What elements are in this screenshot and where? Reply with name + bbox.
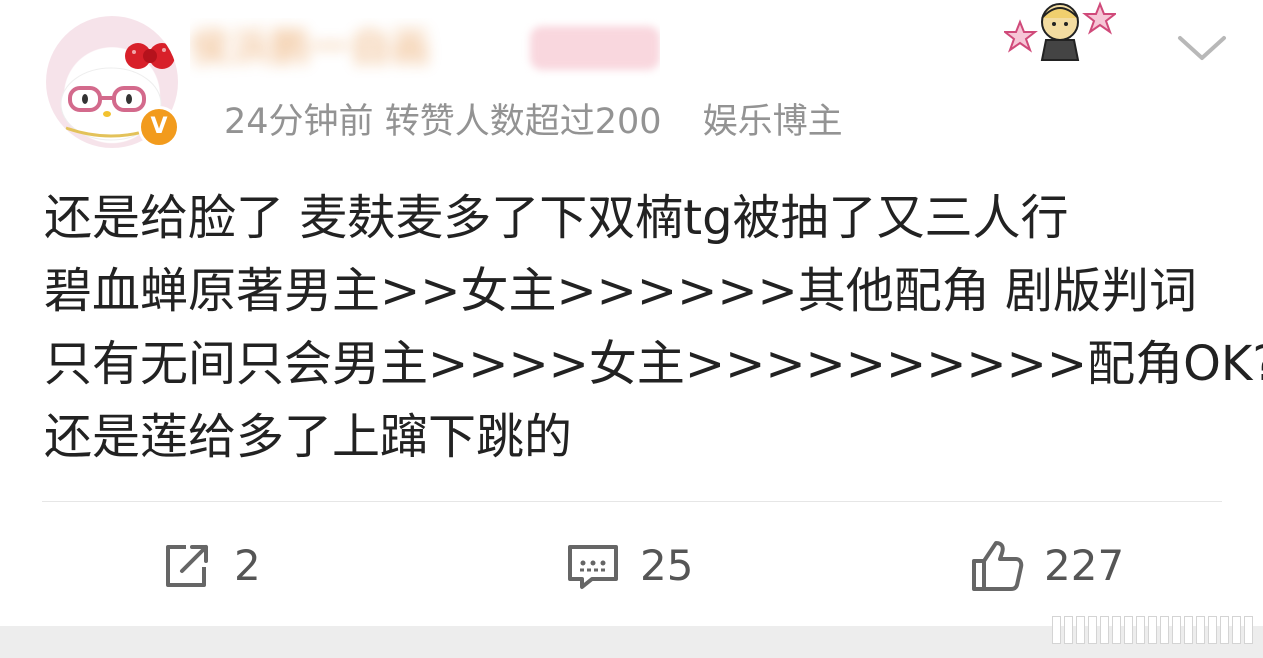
bar — [1160, 616, 1169, 644]
bar — [1232, 616, 1241, 644]
verified-badge: V — [138, 106, 180, 148]
username-text: 侯浜鹏一自画 — [190, 25, 430, 71]
post-body: 还是给脸了 麦麸麦多了下双楠tg被抽了又三人行 碧血蝉原著男主>>女主>>>>>… — [44, 182, 1263, 474]
chevron-down-icon[interactable] — [1176, 30, 1228, 66]
bar — [1196, 616, 1205, 644]
user-role: 娱乐博主 — [702, 102, 843, 142]
repost-button[interactable]: 2 — [160, 538, 261, 594]
bar — [1184, 616, 1193, 644]
comment-bubble-icon — [568, 545, 618, 589]
bar — [1124, 616, 1133, 644]
post-line-4: 还是莲给多了上蹿下跳的 — [44, 409, 573, 465]
post-card: V 侯浜鹏一自画 24分钟前 转赞人数超过200 娱乐博主 还是给脸了 麦麸麦多… — [0, 0, 1263, 626]
post-line-3: 只有无间只会男主>>>>女主>>>>>>>>>>配角OK? — [44, 336, 1263, 392]
share-edit-icon — [166, 545, 208, 587]
bar — [1148, 616, 1157, 644]
post-line-1: 还是给脸了 麦麸麦多了下双楠tg被抽了又三人行 — [44, 190, 1069, 246]
comment-button[interactable]: 25 — [566, 538, 693, 594]
bar — [1064, 616, 1073, 644]
username[interactable]: 侯浜鹏一自画 — [190, 18, 660, 78]
divider — [42, 501, 1222, 502]
repost-count: 2 — [234, 541, 261, 590]
repost-note: 转赞人数超过200 — [384, 102, 662, 142]
bar — [1172, 616, 1181, 644]
bar — [1112, 616, 1121, 644]
post-line-2: 碧血蝉原著男主>>女主>>>>>>其他配角 剧版判词 — [44, 263, 1198, 319]
like-button[interactable]: 227 — [970, 538, 1124, 594]
like-count: 227 — [1044, 541, 1125, 590]
bar — [1244, 616, 1253, 644]
comment-count: 25 — [640, 541, 694, 590]
bar — [1220, 616, 1229, 644]
post-time: 24分钟前 — [224, 102, 374, 142]
bar — [1076, 616, 1085, 644]
watermark-bars — [1052, 616, 1253, 644]
username-blur-mask — [530, 26, 660, 70]
post-meta: 24分钟前 转赞人数超过200 娱乐博主 — [224, 96, 843, 148]
bar — [1100, 616, 1109, 644]
bar — [1088, 616, 1097, 644]
bar — [1208, 616, 1217, 644]
bar — [1136, 616, 1145, 644]
bar — [1052, 616, 1061, 644]
thumbs-up-icon — [972, 541, 1024, 591]
decoration-sticker-icon — [1004, 1, 1116, 61]
